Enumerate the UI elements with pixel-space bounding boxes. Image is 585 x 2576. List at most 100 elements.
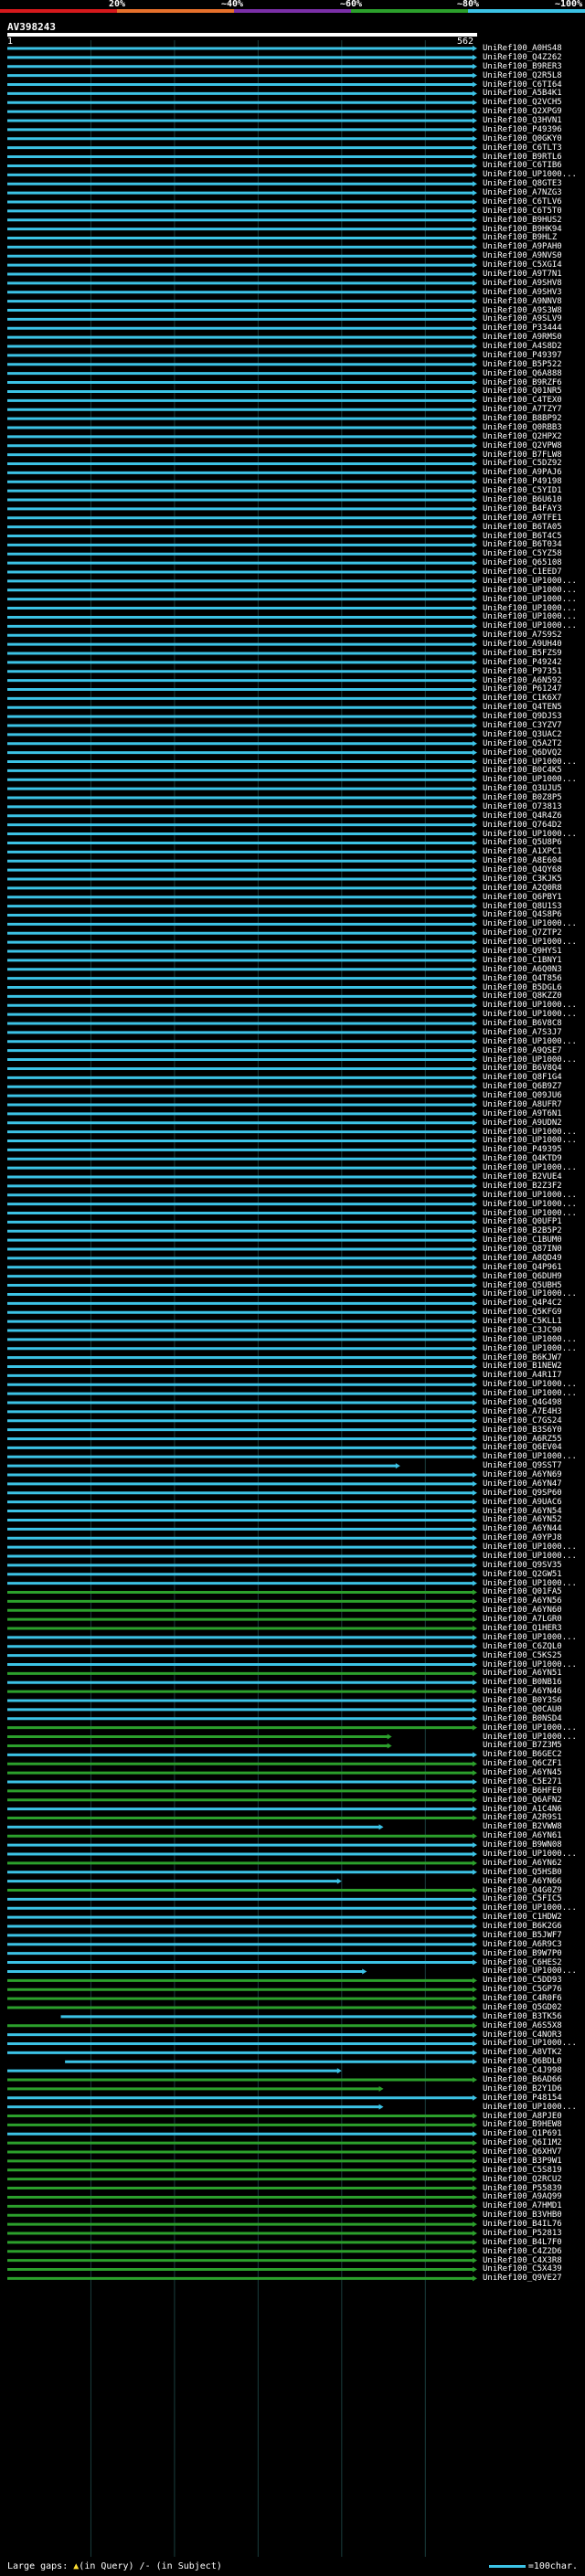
hit-label[interactable]: UniRef100_A6Q0N3 — [483, 965, 562, 974]
hit-label[interactable]: UniRef100_Q6AFN2 — [483, 1796, 562, 1805]
hit-label[interactable]: UniRef100_A7LGR0 — [483, 1615, 562, 1624]
hit-label[interactable]: UniRef100_UP1000... — [483, 1850, 577, 1859]
hit-label[interactable]: UniRef100_A9QSE7 — [483, 1046, 562, 1055]
hit-label[interactable]: UniRef100_B6U610 — [483, 495, 562, 504]
hit-label[interactable]: UniRef100_Q0CAU0 — [483, 1705, 562, 1714]
hit-label[interactable]: UniRef100_A6RZ55 — [483, 1435, 562, 1444]
hit-label[interactable]: UniRef100_UP1000... — [483, 2039, 577, 2048]
hit-label[interactable]: UniRef100_C4TEX0 — [483, 396, 562, 405]
hit-label[interactable]: UniRef100_C7GS24 — [483, 1416, 562, 1426]
hit-label[interactable]: UniRef100_Q5U8P6 — [483, 838, 562, 847]
hit-label[interactable]: UniRef100_B9HEW8 — [483, 2120, 562, 2129]
hit-label[interactable]: UniRef100_Q01FA5 — [483, 1587, 562, 1596]
hit-label[interactable]: UniRef100_UP1000... — [483, 612, 577, 621]
hit-label[interactable]: UniRef100_UP1000... — [483, 1209, 577, 1218]
hit-label[interactable]: UniRef100_Q0RBB3 — [483, 423, 562, 432]
hit-label[interactable]: UniRef100_UP1000... — [483, 2103, 577, 2112]
hit-label[interactable]: UniRef100_Q6XHV7 — [483, 2147, 562, 2157]
hit-label[interactable]: UniRef100_P49395 — [483, 1145, 562, 1154]
hit-label[interactable]: UniRef100_A6YN60 — [483, 1606, 562, 1615]
hit-label[interactable]: UniRef100_Q0UFP1 — [483, 1217, 562, 1226]
hit-label[interactable]: UniRef100_B6TA05 — [483, 523, 562, 532]
hit-label[interactable]: UniRef100_Q9SST7 — [483, 1461, 562, 1470]
hit-label[interactable]: UniRef100_C5FIC5 — [483, 1894, 562, 1903]
hit-label[interactable]: UniRef100_A7S3J7 — [483, 1028, 562, 1037]
hit-label[interactable]: UniRef100_P61247 — [483, 684, 562, 694]
hit-label[interactable]: UniRef100_Q2RCU2 — [483, 2175, 562, 2184]
hit-label[interactable]: UniRef100_B3VHB0 — [483, 2210, 562, 2220]
hit-label[interactable]: UniRef100_UP1000... — [483, 1633, 577, 1642]
hit-label[interactable]: UniRef100_C6TLV6 — [483, 197, 562, 207]
hit-label[interactable]: UniRef100_B6HFE0 — [483, 1786, 562, 1796]
hit-label[interactable]: UniRef100_B5DGL6 — [483, 983, 562, 992]
hit-label[interactable]: UniRef100_Q2GW51 — [483, 1570, 562, 1579]
hit-label[interactable]: UniRef100_A9YPJ8 — [483, 1533, 562, 1542]
hit-label[interactable]: UniRef100_A7E4H3 — [483, 1407, 562, 1416]
hit-label[interactable]: UniRef100_A1XPC1 — [483, 847, 562, 856]
hit-label[interactable]: UniRef100_A6YN45 — [483, 1768, 562, 1777]
hit-label[interactable]: UniRef100_C4X3R8 — [483, 2256, 562, 2265]
hit-label[interactable]: UniRef100_UP1000... — [483, 1903, 577, 1913]
hit-label[interactable]: UniRef100_UP1000... — [483, 775, 577, 784]
hit-label[interactable]: UniRef100_Q6B9Z7 — [483, 1082, 562, 1091]
hit-label[interactable]: UniRef100_C5DZ92 — [483, 459, 562, 468]
hit-label[interactable]: UniRef100_Q87IN0 — [483, 1245, 562, 1254]
hit-label[interactable]: UniRef100_C5DD93 — [483, 1976, 562, 1985]
hit-label[interactable]: UniRef100_UP1000... — [483, 170, 577, 179]
hit-label[interactable]: UniRef100_B9HUS2 — [483, 216, 562, 225]
hit-label[interactable]: UniRef100_Q9DJS3 — [483, 712, 562, 721]
hit-label[interactable]: UniRef100_A5B4K1 — [483, 89, 562, 98]
hit-label[interactable]: UniRef100_UP1000... — [483, 577, 577, 586]
hit-label[interactable]: UniRef100_Q6BDL0 — [483, 2057, 562, 2066]
hit-label[interactable]: UniRef100_A9TFE1 — [483, 514, 562, 523]
hit-label[interactable]: UniRef100_P48154 — [483, 2094, 562, 2103]
hit-label[interactable]: UniRef100_B6GEC2 — [483, 1750, 562, 1759]
hit-label[interactable]: UniRef100_C6TIB6 — [483, 161, 562, 170]
hit-label[interactable]: UniRef100_C5S819 — [483, 2166, 562, 2175]
hit-label[interactable]: UniRef100_UP1000... — [483, 1552, 577, 1561]
hit-label[interactable]: UniRef100_P49242 — [483, 658, 562, 667]
hit-label[interactable]: UniRef100_UP1000... — [483, 586, 577, 595]
hit-label[interactable]: UniRef100_UP1000... — [483, 1289, 577, 1299]
hit-label[interactable]: UniRef100_C6HES2 — [483, 1958, 562, 1967]
hit-label[interactable]: UniRef100_UP1000... — [483, 830, 577, 839]
hit-label[interactable]: UniRef100_Q3HVN1 — [483, 116, 562, 125]
hit-label[interactable]: UniRef100_B9RTL6 — [483, 153, 562, 162]
hit-label[interactable]: UniRef100_UP1000... — [483, 1452, 577, 1461]
hit-label[interactable]: UniRef100_Q4TEN5 — [483, 703, 562, 712]
hit-label[interactable]: UniRef100_C1K6X7 — [483, 694, 562, 703]
hit-label[interactable]: UniRef100_UP1000... — [483, 1037, 577, 1046]
hit-label[interactable]: UniRef100_Q3UJU5 — [483, 784, 562, 793]
hit-label[interactable]: UniRef100_B6T4C5 — [483, 532, 562, 541]
hit-label[interactable]: UniRef100_B3TK56 — [483, 2012, 562, 2021]
hit-label[interactable]: UniRef100_UP1000... — [483, 1335, 577, 1344]
hit-label[interactable]: UniRef100_UP1000... — [483, 595, 577, 604]
hit-label[interactable]: UniRef100_UP1000... — [483, 1191, 577, 1200]
hit-label[interactable]: UniRef100_UP1000... — [483, 1001, 577, 1010]
hit-label[interactable]: UniRef100_Q9SP60 — [483, 1489, 562, 1498]
hit-label[interactable]: UniRef100_P49397 — [483, 351, 562, 360]
hit-label[interactable]: UniRef100_Q6I1M2 — [483, 2138, 562, 2147]
hit-label[interactable]: UniRef100_Q6DUH9 — [483, 1272, 562, 1281]
hit-label[interactable]: UniRef100_A6R9C3 — [483, 1940, 562, 1949]
hit-label[interactable]: UniRef100_UP1000... — [483, 621, 577, 631]
hit-label[interactable]: UniRef100_Q9VE27 — [483, 2274, 562, 2283]
hit-label[interactable]: UniRef100_Q4Z262 — [483, 53, 562, 62]
hit-label[interactable]: UniRef100_B6V8C8 — [483, 1019, 562, 1028]
hit-label[interactable]: UniRef100_B5JWF7 — [483, 1931, 562, 1940]
hit-label[interactable]: UniRef100_B3S6Y0 — [483, 1426, 562, 1435]
hit-label[interactable]: UniRef100_Q4KTD9 — [483, 1154, 562, 1163]
hit-label[interactable]: UniRef100_Q2XPG9 — [483, 107, 562, 116]
hit-label[interactable]: UniRef100_A6YN56 — [483, 1596, 562, 1606]
hit-label[interactable]: UniRef100_A6S5X8 — [483, 2021, 562, 2030]
hit-label[interactable]: UniRef100_C3JC90 — [483, 1326, 562, 1335]
hit-label[interactable]: UniRef100_B6V8Q4 — [483, 1064, 562, 1073]
hit-label[interactable]: UniRef100_A9AQ99 — [483, 2192, 562, 2201]
hit-label[interactable]: UniRef100_UP1000... — [483, 1344, 577, 1353]
hit-label[interactable]: UniRef100_B2VUE4 — [483, 1172, 562, 1182]
hit-label[interactable]: UniRef100_Q5GD02 — [483, 2003, 562, 2012]
hit-label[interactable]: UniRef100_Q2R5L8 — [483, 71, 562, 80]
hit-label[interactable]: UniRef100_Q4R4Z6 — [483, 811, 562, 821]
hit-label[interactable]: UniRef100_C5KS25 — [483, 1651, 562, 1660]
hit-label[interactable]: UniRef100_A9SHV3 — [483, 288, 562, 297]
